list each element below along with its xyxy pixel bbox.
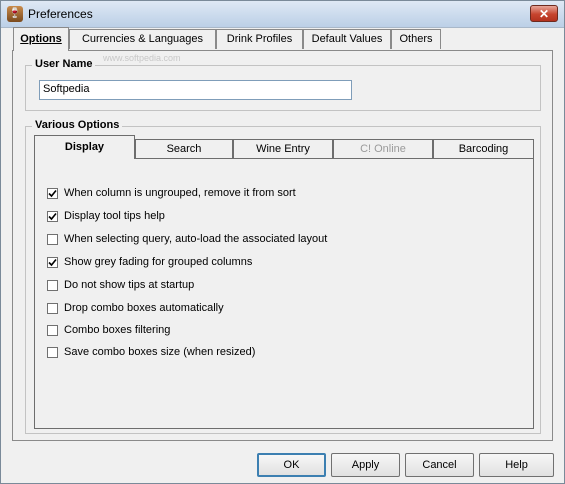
- tab-others[interactable]: Others: [391, 29, 441, 49]
- option-auto-load-layout[interactable]: When selecting query, auto-load the asso…: [47, 231, 327, 247]
- checkbox-unchecked[interactable]: [47, 346, 58, 358]
- option-label: Show grey fading for grouped columns: [64, 256, 253, 268]
- ok-button[interactable]: OK: [257, 453, 326, 477]
- option-combo-filtering[interactable]: Combo boxes filtering: [47, 322, 170, 338]
- tab-default-values[interactable]: Default Values: [303, 29, 391, 49]
- option-label: When selecting query, auto-load the asso…: [64, 233, 328, 245]
- tab-search[interactable]: Search: [135, 139, 233, 158]
- option-drop-combo-auto[interactable]: Drop combo boxes automatically: [47, 300, 224, 316]
- watermark-text: www.softpedia.com: [103, 53, 181, 63]
- checkbox-checked[interactable]: [47, 210, 58, 222]
- close-button[interactable]: ✕: [530, 5, 558, 22]
- option-label: Display tool tips help: [64, 210, 165, 222]
- checkbox-unchecked[interactable]: [47, 302, 58, 314]
- checkbox-checked[interactable]: [47, 256, 58, 268]
- option-label: When column is ungrouped, remove it from…: [64, 187, 296, 199]
- option-remove-from-sort[interactable]: When column is ungrouped, remove it from…: [47, 185, 296, 201]
- apply-button[interactable]: Apply: [331, 453, 400, 477]
- checkbox-unchecked[interactable]: [47, 324, 58, 336]
- tab-c-online: C! Online: [333, 139, 433, 158]
- option-save-combo-size[interactable]: Save combo boxes size (when resized): [47, 344, 255, 360]
- tab-display[interactable]: Display: [34, 135, 135, 159]
- tab-options[interactable]: Options: [13, 27, 69, 51]
- option-label: Save combo boxes size (when resized): [64, 346, 256, 358]
- tab-wine-entry[interactable]: Wine Entry: [233, 139, 333, 158]
- option-grey-fading[interactable]: Show grey fading for grouped columns: [47, 254, 252, 270]
- checkbox-unchecked[interactable]: [47, 233, 58, 245]
- tab-drink-profiles[interactable]: Drink Profiles: [216, 29, 303, 49]
- tab-currencies-languages[interactable]: Currencies & Languages: [69, 29, 216, 49]
- checkmark-icon: [48, 189, 57, 197]
- checkmark-icon: [48, 212, 57, 220]
- preferences-window: 🍷 Preferences ✕ Options Currencies & Lan…: [0, 0, 565, 484]
- option-label: Drop combo boxes automatically: [64, 302, 224, 314]
- user-name-label: User Name: [32, 58, 96, 70]
- tab-barcoding[interactable]: Barcoding: [433, 139, 534, 158]
- various-options-label: Various Options: [32, 119, 123, 131]
- option-label: Do not show tips at startup: [64, 279, 195, 291]
- cancel-button[interactable]: Cancel: [405, 453, 474, 477]
- help-button[interactable]: Help: [479, 453, 554, 477]
- title-bar[interactable]: 🍷 Preferences ✕: [1, 1, 564, 28]
- option-label: Combo boxes filtering: [64, 324, 171, 336]
- user-name-input[interactable]: Softpedia: [39, 80, 352, 100]
- option-no-tips-startup[interactable]: Do not show tips at startup: [47, 277, 194, 293]
- wine-glass-icon: 🍷: [7, 6, 23, 22]
- checkbox-unchecked[interactable]: [47, 279, 58, 291]
- checkmark-icon: [48, 258, 57, 266]
- window-title: Preferences: [28, 7, 93, 21]
- option-display-tooltips[interactable]: Display tool tips help: [47, 208, 165, 224]
- checkbox-checked[interactable]: [47, 187, 58, 199]
